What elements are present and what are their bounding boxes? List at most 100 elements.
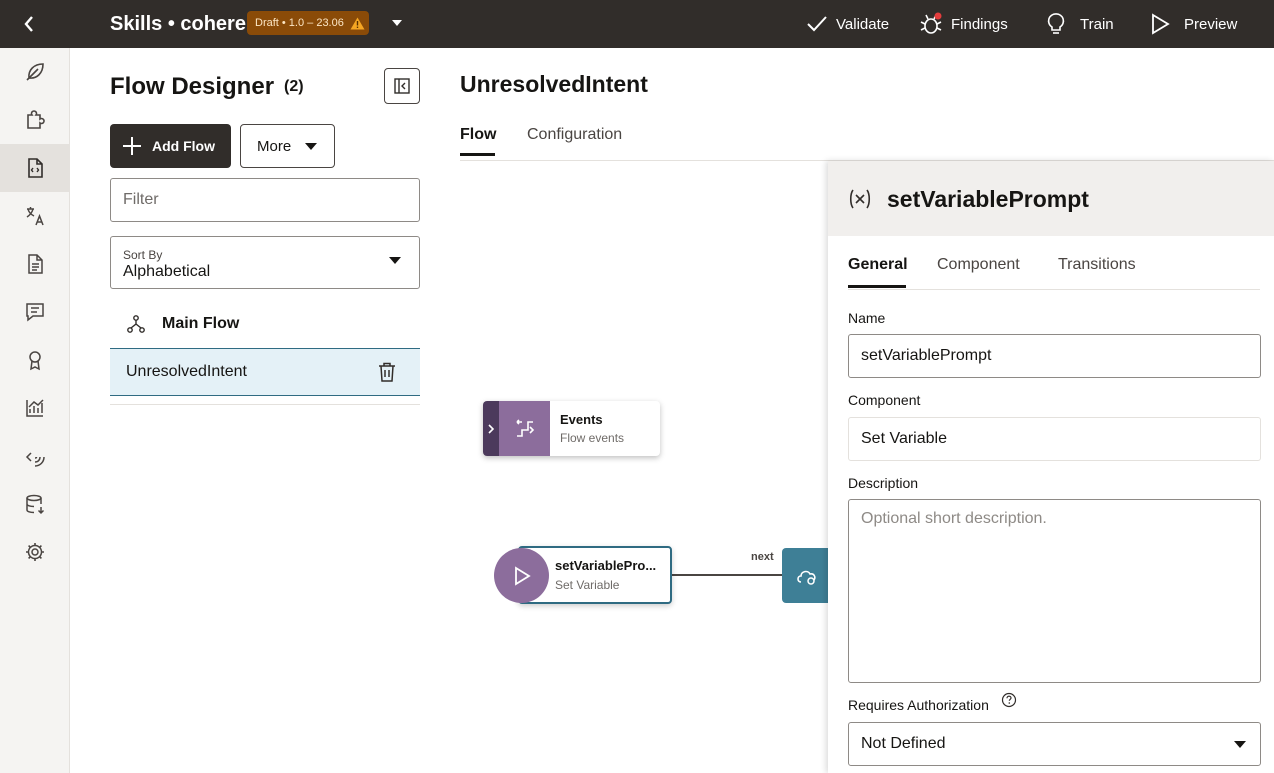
rail-item-conversations[interactable] [0,288,69,336]
api-icon [25,452,45,467]
validate-label: Validate [836,15,890,33]
version-dropdown[interactable] [389,14,405,32]
description-label: Description [848,475,919,491]
list-divider [110,404,420,405]
properties-panel: setVariablePrompt General Component Tran… [828,161,1274,773]
award-icon [28,351,41,371]
events-node-title: Events [560,412,603,427]
cloud-icon [797,570,816,585]
collapse-panel-button[interactable] [384,68,420,104]
play-icon [1152,13,1170,35]
properties-tabs-divider [848,289,1260,290]
caret-down-icon [1234,741,1246,748]
caret-down-icon [389,257,401,264]
database-icon [25,494,44,515]
flow-events-icon [515,418,534,437]
tab-transitions[interactable]: Transitions [1058,256,1136,274]
more-button[interactable]: More [240,124,335,168]
puzzle-icon [26,110,45,129]
next-state-node[interactable] [782,548,832,603]
rail-item-analytics[interactable] [0,384,69,432]
more-label: More [257,137,292,155]
name-field[interactable] [848,334,1261,378]
chevron-right-icon [488,423,494,434]
component-field: Set Variable [848,417,1261,461]
start-node-circle [494,548,549,603]
plus-icon [123,137,141,155]
page-title: UnresolvedIntent [460,71,648,97]
events-node-icon [499,401,550,456]
flow-file-icon [27,158,43,178]
settings-icon [25,543,44,561]
analytics-icon [25,399,44,417]
tab-general[interactable]: General [848,256,908,288]
document-icon [27,254,43,274]
translate-icon [26,207,44,226]
train-label: Train [1080,15,1114,33]
feather-icon [25,63,44,81]
sort-by-value: Alphabetical [123,263,211,280]
app-title: Skills • cohere [110,13,246,35]
navigation-rail [0,48,70,773]
train-button[interactable]: Train [1046,12,1114,36]
flow-item-label: Main Flow [162,315,240,332]
expand-handle[interactable] [483,401,499,456]
add-flow-label: Add Flow [152,138,215,154]
panel-collapse-icon [394,78,410,94]
flow-item-label: UnresolvedIntent [126,363,247,380]
requires-authorization-value: Not Defined [861,735,946,752]
events-node-subtitle: Flow events [560,431,625,445]
rail-item-data[interactable] [0,480,69,528]
variable-icon [849,189,871,209]
chat-icon [25,303,44,322]
properties-header: setVariablePrompt [828,161,1274,236]
findings-button[interactable]: Findings [919,12,1008,36]
filter-input[interactable] [110,178,420,222]
flow-designer-title: Flow Designer [110,73,275,100]
caret-down-icon [305,142,318,150]
requires-authorization-select[interactable]: Not Defined [848,722,1261,766]
version-badge[interactable]: Draft • 1.0 – 23.06 [247,11,369,35]
trash-icon[interactable] [378,362,396,382]
validate-button[interactable]: Validate [806,12,889,36]
lightbulb-icon [1047,13,1065,34]
help-icon[interactable] [1001,692,1017,708]
rail-item-translate[interactable] [0,192,69,240]
preview-label: Preview [1184,15,1238,33]
rail-item-documents[interactable] [0,240,69,288]
check-icon [807,16,827,32]
component-value: Set Variable [861,430,947,447]
rail-item-feather[interactable] [0,48,69,96]
back-button[interactable] [14,10,44,38]
warning-icon [350,17,365,29]
tab-flow[interactable]: Flow [460,126,496,156]
flow-item-unresolved-intent[interactable]: UnresolvedIntent [110,348,420,396]
caret-down-icon [392,20,402,26]
top-bar: Skills • cohere Draft • 1.0 – 23.06 Vali… [0,0,1274,48]
sort-by-label: Sort By [123,248,163,262]
flow-item-main-flow[interactable]: Main Flow [110,300,420,348]
rail-item-api[interactable] [0,432,69,480]
tab-configuration[interactable]: Configuration [527,126,622,144]
flow-count: (2) [284,78,304,95]
play-icon [514,565,531,586]
requires-authorization-label: Requires Authorization [848,697,989,713]
findings-label: Findings [951,15,1008,33]
rail-item-puzzle[interactable] [0,96,69,144]
tab-component[interactable]: Component [937,256,1020,274]
rail-item-insights[interactable] [0,336,69,384]
events-node[interactable]: Events Flow events [483,401,660,456]
edge-label-next: next [751,551,774,563]
hierarchy-icon [127,315,145,333]
preview-button[interactable]: Preview [1150,12,1237,36]
component-label: Component [848,392,921,408]
add-flow-button[interactable]: Add Flow [110,124,231,168]
chevron-left-icon [24,16,33,32]
transition-edge [672,574,782,576]
name-label: Name [848,310,886,326]
properties-title: setVariablePrompt [887,186,1089,212]
description-field[interactable] [848,499,1261,683]
rail-item-settings[interactable] [0,528,69,576]
rail-item-flows[interactable] [0,144,69,192]
sort-by-select[interactable]: Sort By Alphabetical [110,236,420,289]
